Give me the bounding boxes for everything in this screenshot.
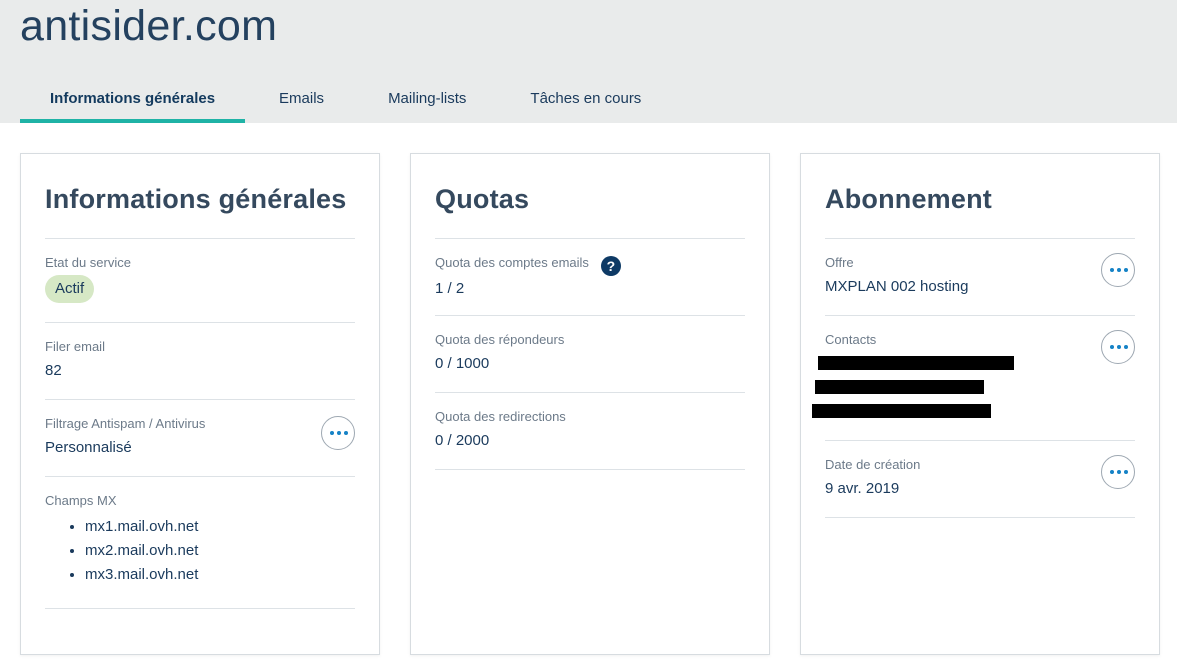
quotas-list: Quota des comptes emails? 1 / 2 Quota de…	[435, 238, 745, 470]
mx-item: mx2.mail.ovh.net	[85, 539, 355, 563]
creation-date-value: 9 avr. 2019	[825, 480, 900, 497]
creation-date-row: Date de création 9 avr. 2019	[825, 441, 1135, 518]
creation-actions-button[interactable]	[1101, 455, 1135, 489]
tab-mailing-lists[interactable]: Mailing-lists	[354, 78, 496, 123]
tab-pending-tasks[interactable]: Tâches en cours	[496, 78, 671, 123]
email-quota-label: Quota des comptes emails?	[435, 255, 745, 276]
offer-row: Offre MXPLAN 002 hosting	[825, 239, 1135, 316]
tab-emails[interactable]: Emails	[245, 78, 354, 123]
redacted-contact	[815, 380, 984, 394]
contacts-row: Contacts	[812, 316, 1135, 441]
email-quota-value: 1 / 2	[435, 280, 465, 297]
more-actions-icon	[1110, 268, 1128, 272]
antispam-actions-button[interactable]	[321, 416, 355, 450]
page-header: antisider.com Informations générales Ema…	[0, 0, 1177, 123]
filer-value: 82	[45, 362, 62, 379]
mx-item: mx1.mail.ovh.net	[85, 515, 355, 539]
subscription-list: Offre MXPLAN 002 hosting Contacts Date d…	[812, 238, 1135, 518]
domain-title: antisider.com	[20, 2, 278, 50]
email-quota-label-text: Quota des comptes emails	[435, 255, 589, 270]
mx-row: Champs MX mx1.mail.ovh.net mx2.mail.ovh.…	[45, 477, 355, 609]
responders-quota-row: Quota des répondeurs 0 / 1000	[435, 316, 745, 393]
antispam-row: Filtrage Antispam / Antivirus Personnali…	[45, 400, 355, 477]
mx-list: mx1.mail.ovh.net mx2.mail.ovh.net mx3.ma…	[45, 515, 355, 587]
redirections-quota-label: Quota des redirections	[435, 409, 566, 424]
quotas-title: Quotas	[435, 184, 530, 214]
contacts-actions-button[interactable]	[1101, 330, 1135, 364]
more-actions-icon	[1110, 470, 1128, 474]
general-info-title: Informations générales	[45, 184, 347, 214]
help-icon[interactable]: ?	[600, 256, 621, 276]
more-actions-icon	[330, 431, 348, 435]
service-state-row: Etat du service Actif	[45, 239, 355, 323]
service-state-label: Etat du service	[45, 255, 131, 270]
responders-quota-label: Quota des répondeurs	[435, 332, 565, 347]
contacts-label: Contacts	[825, 332, 877, 347]
status-badge: Actif	[45, 275, 95, 303]
redirections-quota-row: Quota des redirections 0 / 2000	[435, 393, 745, 470]
tab-bar: Informations générales Emails Mailing-li…	[20, 78, 671, 123]
redacted-contact	[812, 404, 991, 418]
redirections-quota-value: 0 / 2000	[435, 432, 490, 449]
offer-actions-button[interactable]	[1101, 253, 1135, 287]
offer-value: MXPLAN 002 hosting	[825, 278, 969, 295]
quotas-card: Quotas Quota des comptes emails? 1 / 2 Q…	[410, 153, 770, 655]
mx-label: Champs MX	[45, 493, 117, 508]
antispam-label: Filtrage Antispam / Antivirus	[45, 416, 206, 431]
creation-date-label: Date de création	[825, 457, 921, 472]
subscription-title: Abonnement	[825, 184, 992, 214]
antispam-value: Personnalisé	[45, 439, 132, 456]
email-quota-row: Quota des comptes emails? 1 / 2	[435, 239, 745, 316]
general-info-card: Informations générales Etat du service A…	[20, 153, 380, 655]
filer-row: Filer email 82	[45, 323, 355, 400]
offer-label: Offre	[825, 255, 854, 270]
responders-quota-value: 0 / 1000	[435, 355, 490, 372]
redacted-contact	[818, 356, 1014, 370]
filer-label: Filer email	[45, 339, 105, 354]
more-actions-icon	[1110, 345, 1128, 349]
mx-item: mx3.mail.ovh.net	[85, 563, 355, 587]
tab-general-info[interactable]: Informations générales	[20, 78, 246, 123]
subscription-card: Abonnement Offre MXPLAN 002 hosting Cont…	[800, 153, 1160, 655]
general-info-list: Etat du service Actif Filer email 82 Fil…	[45, 238, 355, 609]
